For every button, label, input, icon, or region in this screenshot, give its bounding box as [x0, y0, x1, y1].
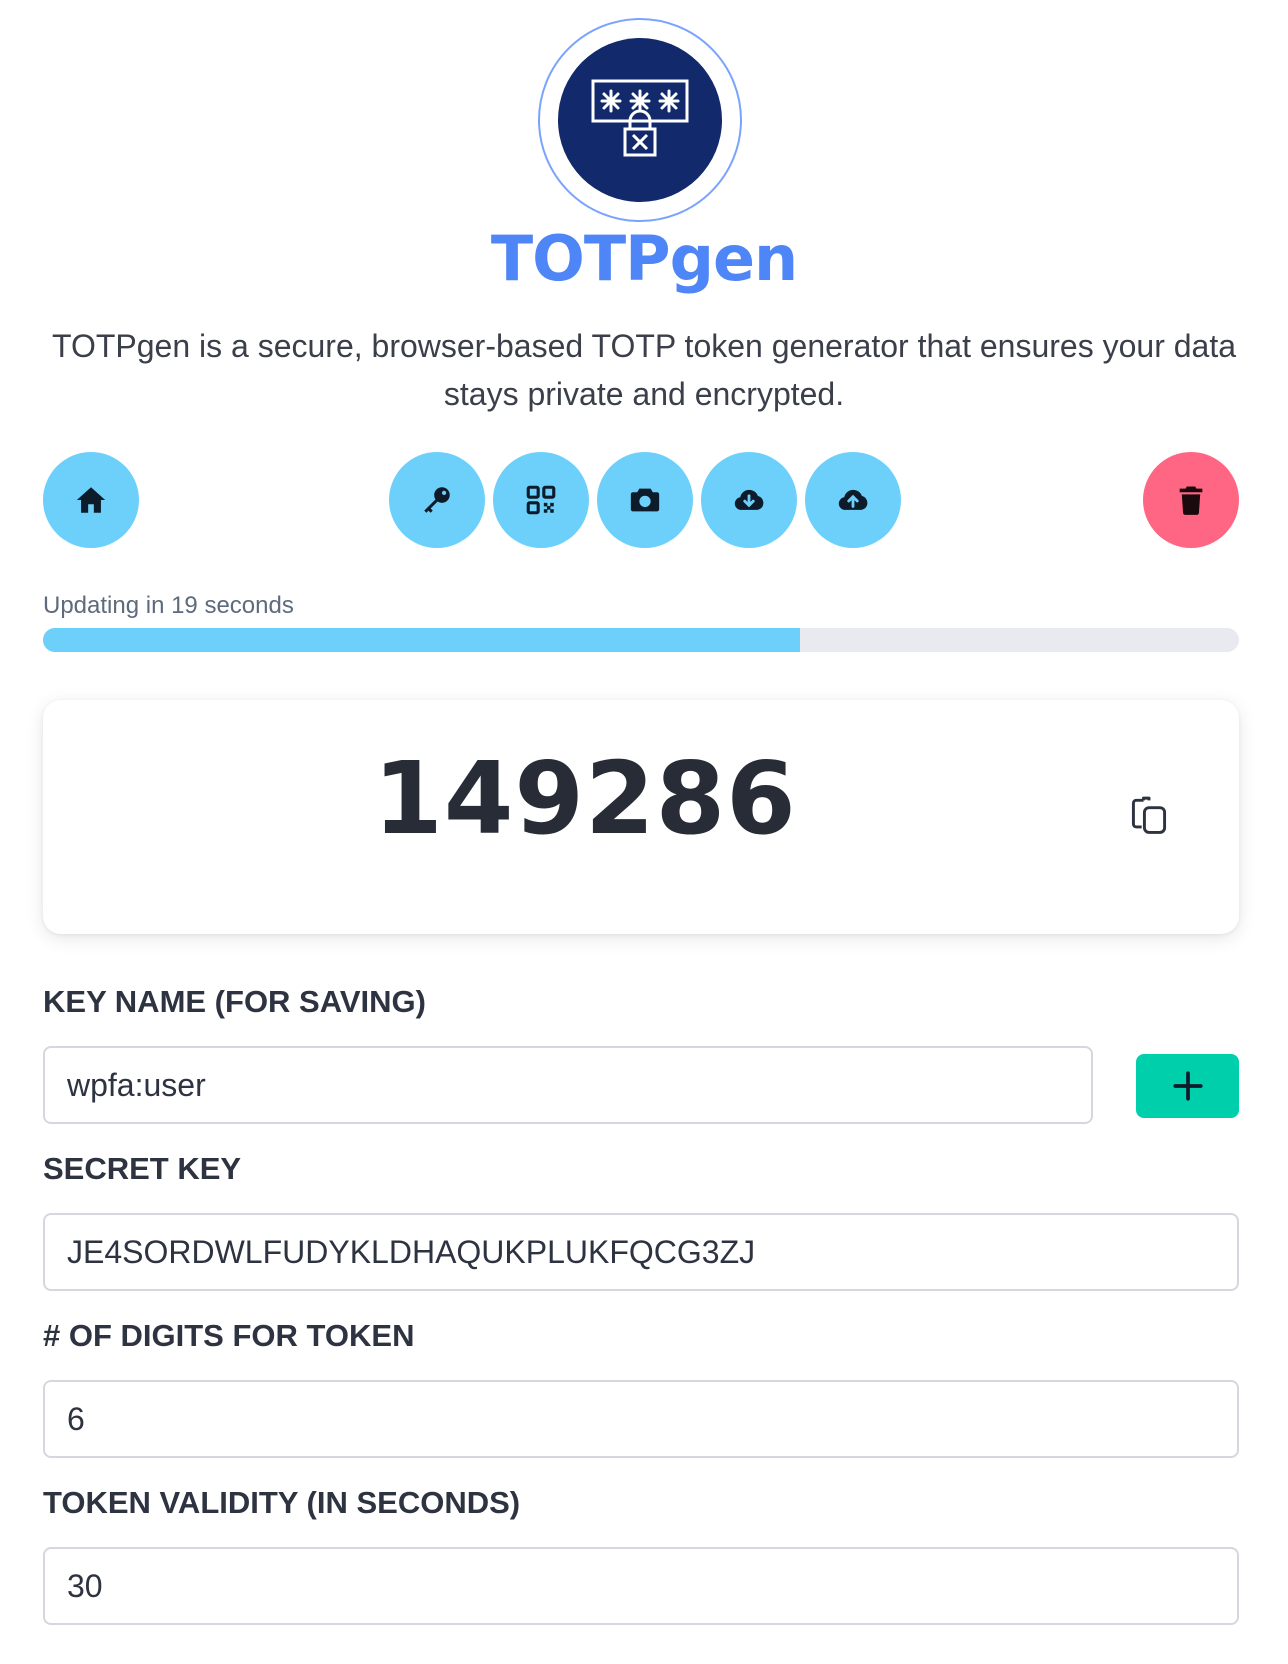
home-button[interactable] — [43, 452, 139, 548]
password-lock-icon — [591, 79, 689, 157]
camera-icon — [630, 488, 660, 512]
cloud-upload-icon — [838, 489, 868, 510]
key-button[interactable] — [389, 452, 485, 548]
token-value: 149286 — [373, 740, 797, 857]
validity-label: TOKEN VALIDITY (IN SECONDS) — [43, 1485, 521, 1520]
key-name-input[interactable] — [43, 1046, 1093, 1124]
copy-icon — [1131, 796, 1167, 834]
secret-key-label: SECRET KEY — [43, 1151, 242, 1186]
qrcode-icon — [526, 485, 556, 515]
key-icon — [424, 487, 450, 513]
validity-input[interactable] — [43, 1547, 1239, 1625]
download-button[interactable] — [701, 452, 797, 548]
home-icon — [76, 487, 106, 513]
brand-title: TOTPgen — [490, 222, 798, 295]
logo-disc — [558, 38, 722, 202]
countdown-progress-fill — [43, 628, 801, 652]
camera-button[interactable] — [597, 452, 693, 548]
trash-icon — [1179, 486, 1203, 515]
digits-label: # OF DIGITS FOR TOKEN — [43, 1318, 415, 1353]
add-key-button[interactable] — [1136, 1054, 1239, 1118]
countdown-progress-bar — [43, 628, 1239, 652]
copy-token-button[interactable] — [1125, 792, 1173, 840]
secret-key-input[interactable] — [43, 1213, 1239, 1291]
cloud-download-icon — [734, 489, 764, 510]
qrcode-button[interactable] — [493, 452, 589, 548]
plus-icon — [1172, 1071, 1203, 1101]
upload-button[interactable] — [805, 452, 901, 548]
token-card: 149286 — [43, 700, 1239, 934]
countdown-label: Updating in 19 seconds — [43, 592, 294, 619]
digits-input[interactable] — [43, 1380, 1239, 1458]
app-logo — [538, 18, 742, 222]
key-name-label: KEY NAME (FOR SAVING) — [43, 984, 426, 1019]
tagline: TOTPgen is a secure, browser-based TOTP … — [51, 328, 1237, 412]
delete-button[interactable] — [1143, 452, 1239, 548]
